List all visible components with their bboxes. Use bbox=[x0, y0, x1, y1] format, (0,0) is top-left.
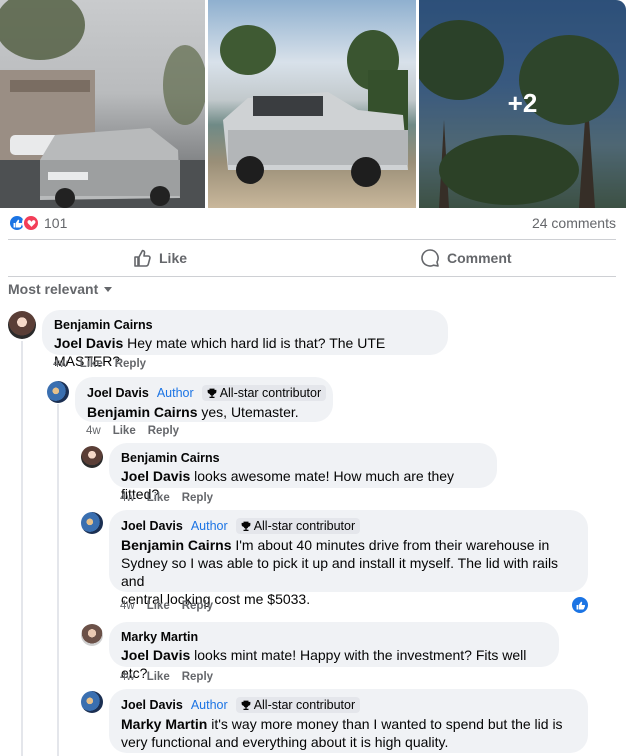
comment-reply-link[interactable]: Reply bbox=[115, 358, 146, 370]
avatar[interactable] bbox=[81, 512, 103, 534]
author-badge: Author bbox=[156, 386, 194, 400]
post-photo-grid: +2 bbox=[0, 0, 626, 208]
comment-time[interactable]: 4w bbox=[120, 671, 135, 683]
reaction-icons[interactable] bbox=[8, 214, 40, 232]
comment-author[interactable]: Joel Davis bbox=[121, 519, 183, 533]
comment-reply-link[interactable]: Reply bbox=[182, 600, 213, 612]
comment-meta: 4w Like Reply bbox=[53, 358, 158, 370]
avatar[interactable] bbox=[81, 624, 103, 646]
comment-bubble: Joel Davis Author All-star contributor M… bbox=[109, 689, 588, 753]
comment-reply-link[interactable]: Reply bbox=[182, 671, 213, 683]
mention-tag[interactable]: Benjamin Cairns bbox=[87, 404, 197, 420]
comment-like-link[interactable]: Like bbox=[113, 425, 136, 437]
comment-bubble: Benjamin Cairns Joel Davis looks awesome… bbox=[109, 443, 497, 502]
comment-author[interactable]: Marky Martin bbox=[121, 630, 198, 644]
comment-bubble: Joel Davis Author All-star contributor B… bbox=[75, 377, 333, 422]
avatar[interactable] bbox=[81, 446, 103, 468]
author-badge: Author bbox=[190, 698, 228, 712]
comment-body: I'm about 40 minutes drive from their wa… bbox=[231, 537, 550, 553]
more-photos-count: +2 bbox=[507, 88, 538, 118]
comment-body: very functional and everything about it … bbox=[121, 734, 449, 750]
contributor-badge: All-star contributor bbox=[235, 518, 361, 534]
comment-meta: 4w Like Reply bbox=[120, 671, 225, 683]
comment-author[interactable]: Joel Davis bbox=[87, 386, 149, 400]
comment-like-link[interactable]: Like bbox=[147, 671, 170, 683]
comment-count[interactable]: 24 comments bbox=[532, 215, 616, 231]
divider bbox=[8, 239, 616, 240]
comment-meta: 4w Like Reply bbox=[120, 600, 225, 612]
mention-tag[interactable]: Joel Davis bbox=[54, 335, 123, 351]
love-reaction-icon bbox=[22, 214, 40, 232]
comment-reply-link[interactable]: Reply bbox=[182, 492, 213, 504]
comment-reply-link[interactable]: Reply bbox=[148, 425, 179, 437]
photo-3-more[interactable]: +2 bbox=[419, 0, 626, 208]
avatar[interactable] bbox=[81, 691, 103, 713]
photo-1-scene bbox=[0, 0, 205, 208]
comment-time[interactable]: 4w bbox=[120, 492, 135, 504]
contributor-label: All-star contributor bbox=[219, 386, 322, 400]
avatar[interactable] bbox=[47, 381, 69, 403]
comment-like-link[interactable]: Like bbox=[147, 600, 170, 612]
divider bbox=[8, 276, 616, 277]
sort-label: Most relevant bbox=[8, 281, 99, 297]
contributor-badge: All-star contributor bbox=[201, 385, 327, 401]
contributor-label: All-star contributor bbox=[253, 698, 356, 712]
trophy-icon bbox=[207, 388, 217, 398]
comment-body: Sydney so I was able to pick it up and i… bbox=[121, 555, 559, 589]
comment-text: Benjamin Cairns I'm about 40 minutes dri… bbox=[121, 536, 576, 608]
photo-2-scene bbox=[220, 25, 408, 187]
comment-bubble: Joel Davis Author All-star contributor B… bbox=[109, 510, 588, 607]
trophy-icon bbox=[241, 521, 251, 531]
like-reaction-icon[interactable] bbox=[572, 597, 588, 613]
contributor-badge: All-star contributor bbox=[235, 697, 361, 713]
comment-meta: 4w Like Reply bbox=[120, 492, 225, 504]
thread-line bbox=[57, 404, 59, 756]
photo-1[interactable] bbox=[0, 0, 205, 208]
thumbs-up-icon bbox=[134, 249, 151, 267]
avatar[interactable] bbox=[8, 311, 36, 339]
trophy-icon bbox=[241, 700, 251, 710]
comment-author[interactable]: Benjamin Cairns bbox=[121, 451, 220, 465]
like-button-label: Like bbox=[159, 250, 188, 266]
comment-meta: 4w Like Reply bbox=[86, 425, 191, 437]
comment-bubble: Benjamin Cairns Joel Davis Hey mate whic… bbox=[42, 310, 448, 369]
like-button[interactable]: Like bbox=[132, 248, 187, 268]
comment-text: Benjamin Cairns yes, Utemaster. bbox=[87, 403, 321, 421]
comment-body: yes, Utemaster. bbox=[197, 404, 299, 420]
mention-tag[interactable]: Benjamin Cairns bbox=[121, 537, 231, 553]
comment-time[interactable]: 4w bbox=[86, 425, 101, 437]
comment-text: Marky Martin it's way more money than I … bbox=[121, 715, 576, 751]
comment-button[interactable]: Comment bbox=[420, 248, 512, 268]
comment-bubble: Marky Martin Joel Davis looks mint mate!… bbox=[109, 622, 559, 681]
comment-body: it's way more money than I wanted to spe… bbox=[207, 716, 563, 732]
comment-like-link[interactable]: Like bbox=[80, 358, 103, 370]
comment-button-label: Comment bbox=[447, 250, 512, 266]
mention-tag[interactable]: Marky Martin bbox=[121, 716, 207, 732]
photo-2[interactable] bbox=[208, 0, 416, 208]
comment-author[interactable]: Benjamin Cairns bbox=[54, 318, 153, 332]
contributor-label: All-star contributor bbox=[253, 519, 356, 533]
comment-time[interactable]: 4w bbox=[120, 600, 135, 612]
mention-tag[interactable]: Joel Davis bbox=[121, 468, 190, 484]
reaction-count[interactable]: 101 bbox=[44, 215, 67, 231]
comment-time[interactable]: 4w bbox=[53, 358, 68, 370]
comment-author[interactable]: Joel Davis bbox=[121, 698, 183, 712]
comment-like-link[interactable]: Like bbox=[147, 492, 170, 504]
author-badge: Author bbox=[190, 519, 228, 533]
comment-icon bbox=[421, 249, 439, 267]
reaction-summary: 101 24 comments bbox=[8, 214, 616, 234]
comment-sort-dropdown[interactable]: Most relevant bbox=[8, 281, 113, 297]
thread-line bbox=[21, 341, 23, 756]
caret-down-icon bbox=[104, 286, 113, 292]
mention-tag[interactable]: Joel Davis bbox=[121, 647, 190, 663]
